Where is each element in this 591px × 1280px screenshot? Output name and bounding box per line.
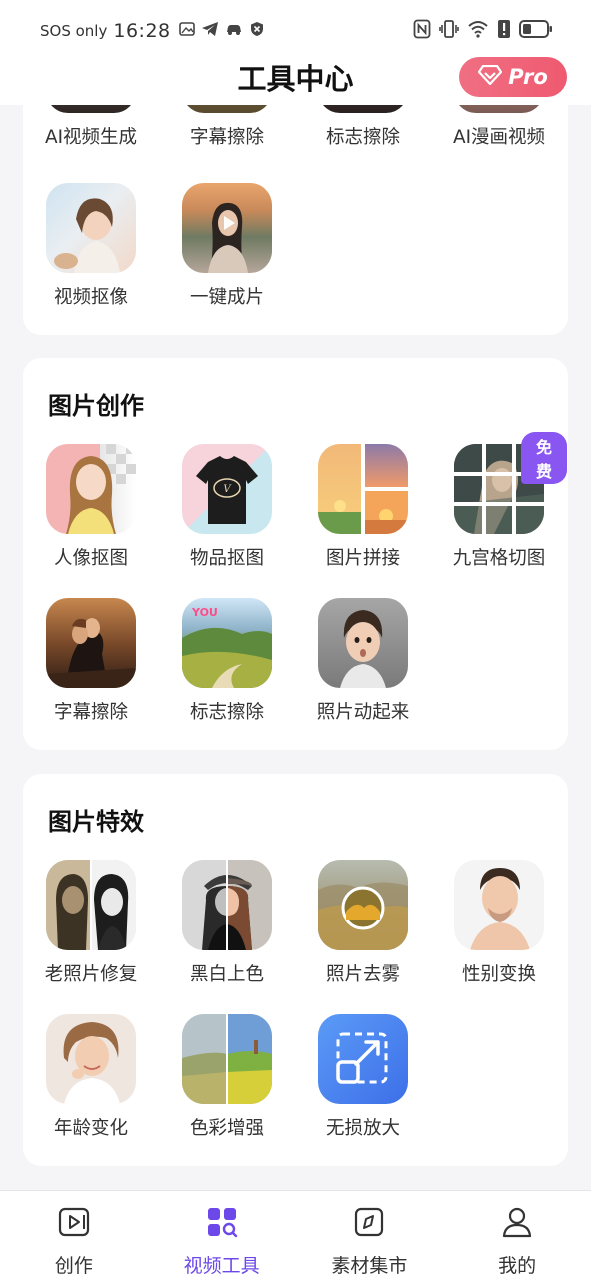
ai-comic-thumb	[454, 105, 544, 113]
nav-label: 创作	[54, 1255, 93, 1277]
tool-one-click-video[interactable]: 一键成片	[159, 183, 295, 309]
video-matting-thumb	[46, 183, 136, 273]
one-click-video-thumb	[182, 183, 272, 273]
tool-logo-erase[interactable]: YOU 标志擦除	[159, 598, 295, 724]
old-photo-restore-thumb	[46, 860, 136, 950]
colorize-thumb	[182, 860, 272, 950]
status-right	[405, 19, 553, 43]
tool-label: 图片拼接	[325, 548, 400, 569]
tool-logo-erase[interactable]: 标志擦除	[295, 105, 431, 149]
tool-lossless-upscale[interactable]: 无损放大	[295, 1014, 431, 1140]
tool-label: 无损放大	[325, 1118, 400, 1139]
nav-material-market[interactable]: 素材集市	[296, 1191, 444, 1280]
tool-label: AI漫画视频	[452, 127, 546, 148]
tool-label: AI视频生成	[44, 127, 138, 148]
tool-image-stitch[interactable]: 图片拼接	[295, 444, 431, 570]
tool-label: 物品抠图	[189, 548, 264, 569]
gender-swap-thumb	[454, 860, 544, 950]
carrier-text: SOS only	[40, 22, 108, 40]
app-header: 工具中心 Pro	[0, 50, 591, 105]
status-left: SOS only 16:28	[40, 20, 271, 42]
wifi-icon	[467, 20, 489, 42]
tool-label: 照片动起来	[316, 702, 410, 723]
alert-icon	[497, 19, 511, 43]
tool-subtitle-erase[interactable]: 字幕擦除	[159, 105, 295, 149]
dehaze-thumb	[318, 860, 408, 950]
tool-subtitle-erase[interactable]: 字幕擦除	[23, 598, 159, 724]
telegram-notification-icon	[201, 21, 219, 41]
battery-icon	[519, 19, 553, 43]
tool-object-cutout[interactable]: V 物品抠图	[159, 444, 295, 570]
nav-label: 我的	[498, 1255, 537, 1277]
tool-old-photo-restore[interactable]: 老照片修复	[23, 860, 159, 986]
tool-label: 色彩增强	[189, 1118, 264, 1139]
shield-notification-icon	[249, 21, 265, 41]
ai-video-thumb	[46, 105, 136, 113]
free-badge: 免费	[521, 432, 567, 484]
logo-erase-thumb	[318, 105, 408, 113]
tool-label: 黑白上色	[189, 964, 264, 985]
tool-video-matting[interactable]: 视频抠像	[23, 183, 159, 309]
nav-video-tools[interactable]: 视频工具	[148, 1191, 296, 1280]
object-cutout-thumb: V	[182, 444, 272, 534]
color-enhance-thumb	[182, 1014, 272, 1104]
tool-label: 一键成片	[189, 287, 264, 308]
subtitle-erase-thumb	[46, 598, 136, 688]
tool-label: 性别变换	[461, 964, 536, 985]
tool-label: 标志擦除	[189, 702, 264, 723]
nav-label: 视频工具	[183, 1255, 260, 1277]
nav-create[interactable]: 创作	[0, 1191, 148, 1280]
subtitle-erase-thumb	[182, 105, 272, 113]
picture-creation-card: 图片创作 人像抠图 V 物品抠图 图片拼接 免费 九宫格切图 字幕擦除 YOU …	[23, 358, 568, 750]
content-scroll[interactable]: AI视频生成 字幕擦除 标志擦除 AI漫画视频 视频抠像 一键成片 图片创作 人…	[0, 105, 591, 1190]
age-change-thumb	[46, 1014, 136, 1104]
tool-gender-swap[interactable]: 性别变换	[431, 860, 567, 986]
svg-text:YOU: YOU	[191, 606, 218, 619]
gallery-notification-icon	[178, 21, 195, 41]
picture-effects-card: 图片特效 老照片修复 黑白上色 照片去雾 性别变换 年龄变化 色彩增强 无损放大	[23, 774, 568, 1166]
lossless-upscale-icon	[318, 1014, 408, 1104]
tool-ai-comic[interactable]: AI漫画视频	[431, 105, 567, 149]
tool-label: 人像抠图	[53, 548, 128, 569]
pro-label: Pro	[508, 65, 548, 89]
nav-profile[interactable]: 我的	[443, 1191, 591, 1280]
create-icon	[57, 1205, 91, 1243]
tool-label: 九宫格切图	[452, 548, 546, 569]
tool-label: 视频抠像	[53, 287, 128, 308]
image-stitch-thumb	[318, 444, 408, 534]
tool-label: 标志擦除	[325, 127, 400, 148]
bottom-nav: 创作 视频工具 素材集市 我的	[0, 1190, 591, 1280]
profile-icon	[500, 1205, 534, 1243]
tool-label: 字幕擦除	[53, 702, 128, 723]
tool-label: 老照片修复	[44, 964, 138, 985]
vibrate-icon	[439, 19, 459, 43]
nav-label: 素材集市	[331, 1255, 408, 1277]
tool-ai-video[interactable]: AI视频生成	[23, 105, 159, 149]
tool-dehaze[interactable]: 照片去雾	[295, 860, 431, 986]
tool-label: 照片去雾	[325, 964, 400, 985]
logo-erase-thumb: YOU	[182, 598, 272, 688]
pro-button[interactable]: Pro	[459, 57, 567, 97]
tool-colorize[interactable]: 黑白上色	[159, 860, 295, 986]
section-title-picture-creation: 图片创作	[48, 392, 144, 420]
clock: 16:28	[113, 20, 171, 42]
tool-portrait-cutout[interactable]: 人像抠图	[23, 444, 159, 570]
tool-label: 年龄变化	[53, 1118, 128, 1139]
tool-color-enhance[interactable]: 色彩增强	[159, 1014, 295, 1140]
video-tools-card: AI视频生成 字幕擦除 标志擦除 AI漫画视频 视频抠像 一键成片	[23, 105, 568, 335]
portrait-cutout-thumb	[46, 444, 136, 534]
tool-age-change[interactable]: 年龄变化	[23, 1014, 159, 1140]
nfc-icon	[413, 19, 431, 43]
material-market-icon	[352, 1205, 386, 1243]
diamond-icon	[478, 64, 503, 90]
tool-nine-grid[interactable]: 免费 九宫格切图	[431, 432, 567, 570]
tool-label: 字幕擦除	[189, 127, 264, 148]
notification-icons	[178, 21, 271, 41]
tool-animate-photo[interactable]: 照片动起来	[295, 598, 431, 724]
video-tools-icon	[205, 1205, 239, 1243]
section-title-picture-effects: 图片特效	[48, 808, 144, 836]
animate-photo-thumb	[318, 598, 408, 688]
car-notification-icon	[225, 21, 243, 41]
